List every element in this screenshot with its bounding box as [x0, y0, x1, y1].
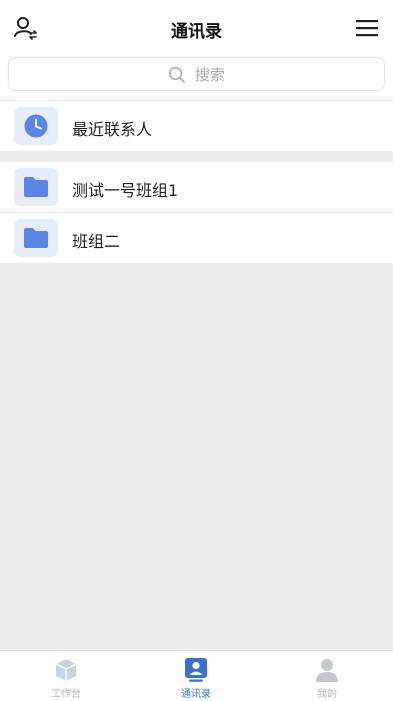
clock-icon	[24, 114, 48, 138]
bottom-tab-bar: 工作台 通讯录 我的	[0, 650, 393, 701]
tab-mine-label: 我的	[317, 689, 337, 700]
page-title: 通讯录	[171, 22, 222, 42]
hamburger-menu-icon	[356, 20, 378, 37]
cube-icon	[55, 659, 77, 681]
top-bar: 通讯录	[0, 10, 393, 46]
person-icon	[316, 659, 338, 682]
group-label: 测试一号班组1	[72, 181, 179, 200]
folder-icon	[24, 177, 48, 197]
search-bar[interactable]: 搜索	[8, 57, 385, 91]
menu-button[interactable]	[353, 14, 381, 42]
group-item[interactable]: 测试一号班组1	[0, 162, 393, 212]
tab-workbench[interactable]: 工作台	[26, 657, 106, 700]
group-item[interactable]: 班组二	[0, 213, 393, 263]
recent-contacts-item[interactable]: 最近联系人	[0, 101, 393, 151]
header: 通讯录 搜索	[0, 0, 393, 100]
contacts-icon	[185, 658, 207, 682]
recent-contacts-label: 最近联系人	[72, 120, 153, 139]
search-placeholder: 搜索	[194, 66, 225, 84]
tab-workbench-label: 工作台	[51, 689, 81, 700]
group-label: 班组二	[72, 232, 121, 251]
folder-icon	[24, 228, 48, 248]
search-icon	[169, 66, 185, 83]
tab-mine[interactable]: 我的	[287, 657, 367, 700]
tab-contacts[interactable]: 通讯录	[156, 657, 236, 700]
tab-contacts-label: 通讯录	[181, 689, 211, 700]
